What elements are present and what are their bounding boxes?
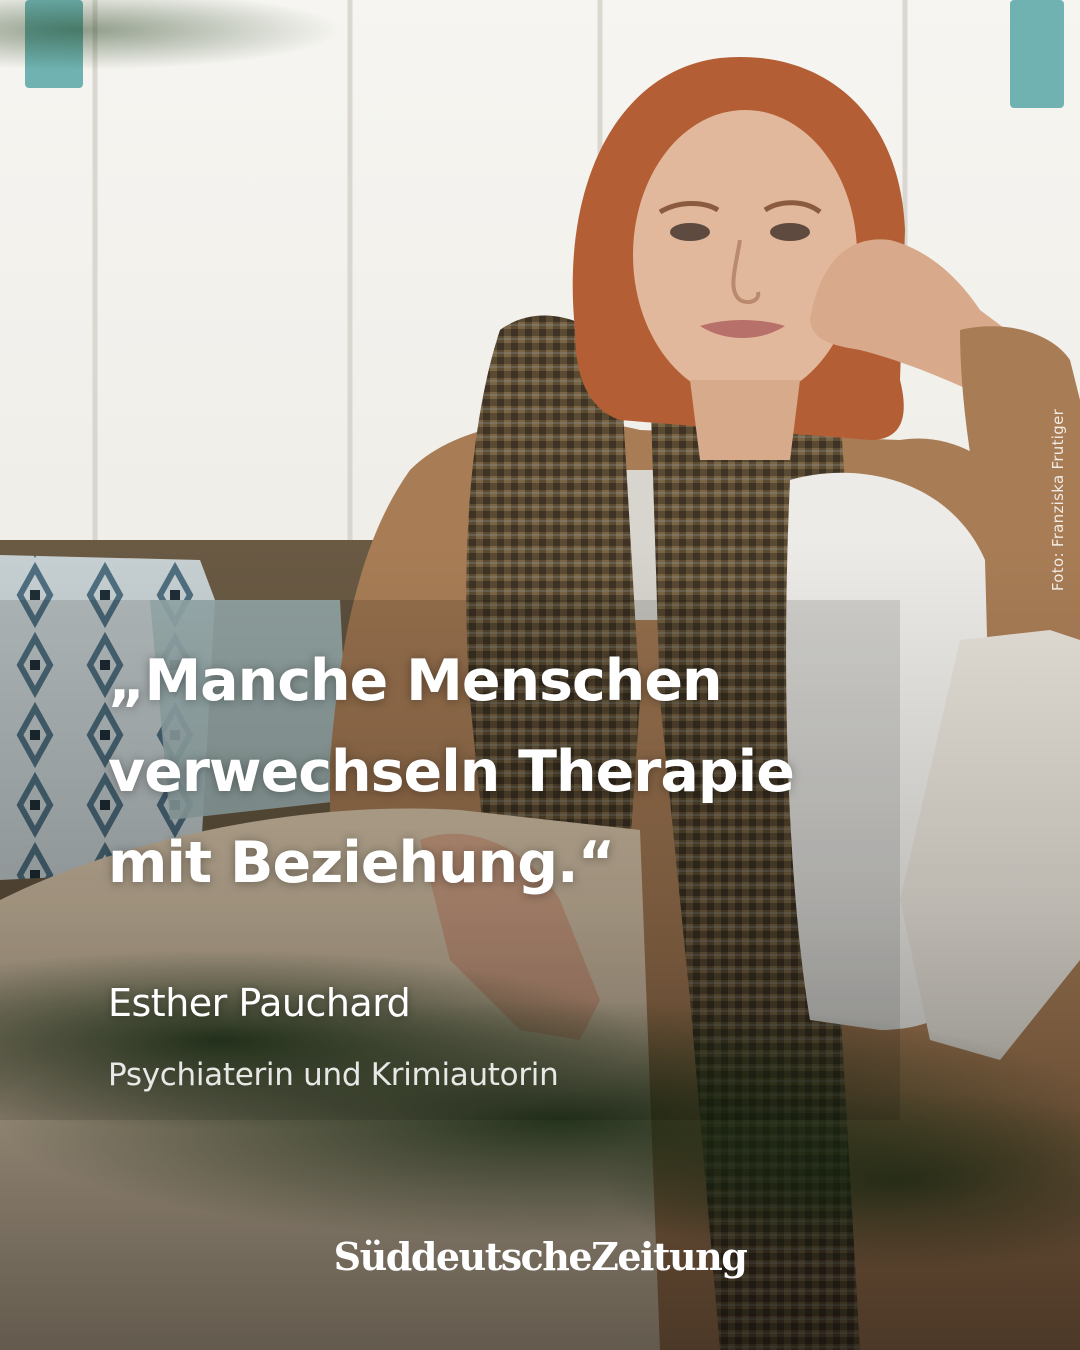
brand-logo: SüddeutscheZeitung: [333, 1234, 748, 1279]
person-role: Psychiaterin und Krimiautorin: [108, 1057, 559, 1093]
person-name: Esther Pauchard: [108, 981, 411, 1025]
photo-credit: Foto: Franziska Frutiger: [1049, 408, 1067, 592]
quote-line: mit Beziehung.“: [108, 830, 615, 896]
quote-line: verwechseln Therapie: [108, 739, 795, 805]
quote: „Manche Menschen verwechseln Therapie mi…: [108, 636, 968, 909]
quote-line: „Manche Menschen: [108, 648, 723, 714]
post-canvas: Foto: Franziska Frutiger „Manche Mensche…: [0, 0, 1080, 1350]
